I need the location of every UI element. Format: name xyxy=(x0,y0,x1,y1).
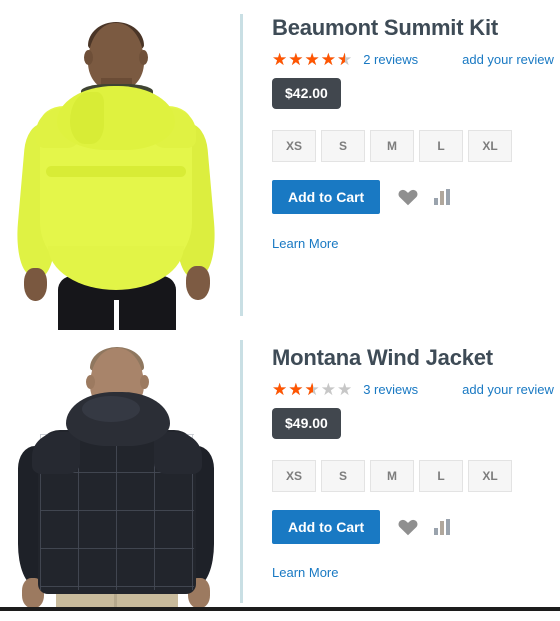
review-row: ★★★★★ ★★★★★ 2 reviews add your review xyxy=(272,51,560,69)
product-actions: Add to Cart xyxy=(272,180,560,214)
product-list: Beaumont Summit Kit ★★★★★ ★★★★★ 2 review… xyxy=(0,0,560,611)
size-swatch-l[interactable]: L xyxy=(419,130,463,162)
product-details: Beaumont Summit Kit ★★★★★ ★★★★★ 2 review… xyxy=(243,0,560,253)
size-swatch-m[interactable]: M xyxy=(370,460,414,492)
size-swatch-xs[interactable]: XS xyxy=(272,460,316,492)
review-row: ★★★★★ ★★★★★ 3 reviews add your review xyxy=(272,381,560,399)
star-rating-filled: ★★★★★ xyxy=(272,381,313,399)
jacket-hood-highlight xyxy=(82,396,140,422)
add-your-review-link[interactable]: add your review xyxy=(462,381,554,399)
add-to-cart-button[interactable]: Add to Cart xyxy=(272,510,381,544)
product-price: $49.00 xyxy=(272,408,341,439)
page-bottom-strip xyxy=(0,607,560,611)
figure-hand-right xyxy=(186,266,210,300)
star-rating-filled: ★★★★★ xyxy=(272,51,345,69)
add-your-review-link[interactable]: add your review xyxy=(462,51,554,69)
product-photo-beaumont-summit-kit[interactable] xyxy=(0,0,240,330)
size-swatch-group: XS S M L XL xyxy=(272,460,560,492)
size-swatch-m[interactable]: M xyxy=(370,130,414,162)
heart-icon[interactable] xyxy=(398,518,418,536)
jacket-shoulder-left xyxy=(32,432,80,474)
product-image-cell[interactable] xyxy=(0,330,240,611)
star-rating[interactable]: ★★★★★ ★★★★★ xyxy=(272,51,353,69)
product-image-cell[interactable] xyxy=(0,0,240,330)
figure-leg-gap xyxy=(114,300,119,330)
add-to-cart-button[interactable]: Add to Cart xyxy=(272,180,381,214)
jacket-seam xyxy=(46,166,186,177)
size-swatch-s[interactable]: S xyxy=(321,460,365,492)
jacket-hood-shading xyxy=(70,92,104,144)
product-item: Montana Wind Jacket ★★★★★ ★★★★★ 3 review… xyxy=(0,330,560,611)
reviews-count-link[interactable]: 2 reviews xyxy=(363,51,418,69)
product-item: Beaumont Summit Kit ★★★★★ ★★★★★ 2 review… xyxy=(0,0,560,330)
product-title[interactable]: Montana Wind Jacket xyxy=(272,344,560,372)
product-actions: Add to Cart xyxy=(272,510,560,544)
product-photo-montana-wind-jacket[interactable] xyxy=(0,330,240,611)
compare-bar-chart-icon[interactable] xyxy=(434,519,452,535)
size-swatch-xs[interactable]: XS xyxy=(272,130,316,162)
product-details: Montana Wind Jacket ★★★★★ ★★★★★ 3 review… xyxy=(243,330,560,582)
star-rating[interactable]: ★★★★★ ★★★★★ xyxy=(272,381,353,399)
size-swatch-l[interactable]: L xyxy=(419,460,463,492)
reviews-count-link[interactable]: 3 reviews xyxy=(363,381,418,399)
heart-icon[interactable] xyxy=(398,188,418,206)
jacket-shoulder-right xyxy=(154,432,202,474)
size-swatch-xl[interactable]: XL xyxy=(468,460,512,492)
figure-ear-right xyxy=(140,375,149,389)
learn-more-link[interactable]: Learn More xyxy=(272,565,338,580)
figure-ear-left xyxy=(84,50,93,65)
product-price: $42.00 xyxy=(272,78,341,109)
figure-ear-left xyxy=(86,375,95,389)
figure-ear-right xyxy=(139,50,148,65)
size-swatch-group: XS S M L XL xyxy=(272,130,560,162)
product-title[interactable]: Beaumont Summit Kit xyxy=(272,14,560,42)
size-swatch-s[interactable]: S xyxy=(321,130,365,162)
figure-hand-left xyxy=(24,268,47,301)
compare-bar-chart-icon[interactable] xyxy=(434,189,452,205)
size-swatch-xl[interactable]: XL xyxy=(468,130,512,162)
learn-more-link[interactable]: Learn More xyxy=(272,236,338,251)
